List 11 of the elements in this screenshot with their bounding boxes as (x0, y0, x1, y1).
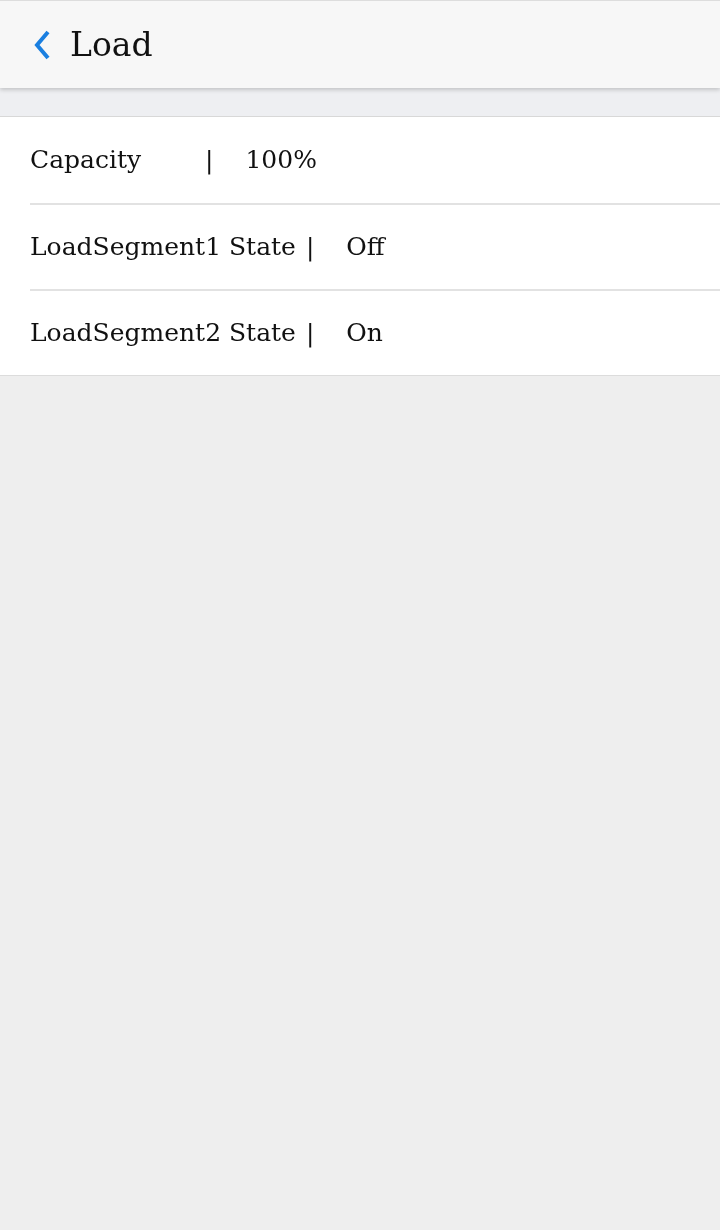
page-title: Load (70, 23, 153, 66)
separator-text: | (305, 231, 315, 264)
row-value: Off (346, 231, 385, 264)
row-label: LoadSegment2 State (30, 317, 296, 350)
back-icon[interactable] (32, 28, 52, 61)
row-value: 100% (245, 144, 317, 177)
separator-text: | (305, 317, 315, 350)
row-label: LoadSegment1 State (30, 231, 296, 264)
row-label: Capacity (30, 144, 143, 177)
row-value: On (346, 317, 383, 350)
separator-text: | (205, 144, 214, 177)
